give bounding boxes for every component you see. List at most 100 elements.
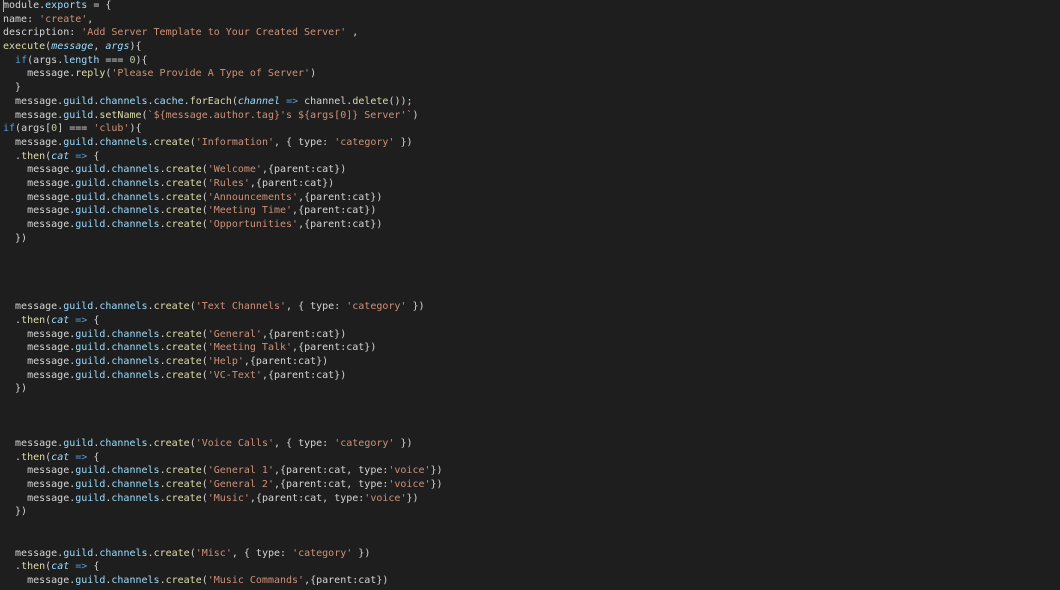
code-line[interactable]: message.guild.channels.create('General 2…	[3, 478, 443, 492]
code-token: reply	[75, 68, 106, 80]
code-token: .	[3, 314, 22, 326]
code-line[interactable]: message.guild.channels.create('Misc', { …	[3, 547, 443, 561]
code-line[interactable]: }	[3, 81, 443, 95]
code-line[interactable]: message.guild.channels.create('Voice Cal…	[3, 437, 443, 451]
code-token: cat	[51, 150, 70, 162]
code-token: guild	[75, 191, 106, 203]
code-token: ,{parent:cat})	[261, 164, 347, 176]
code-line[interactable]: message.guild.channels.create('Opportuni…	[3, 218, 443, 232]
code-line[interactable]	[3, 519, 443, 533]
code-line[interactable]: message.guild.channels.create('Music',{p…	[3, 492, 443, 506]
code-line[interactable]	[3, 396, 443, 410]
code-area[interactable]: module.exports = {name: 'create', descrip…	[3, 0, 443, 588]
code-token: create	[165, 219, 202, 230]
code-line[interactable]: name: 'create',	[3, 13, 443, 27]
code-line[interactable]	[3, 245, 443, 259]
code-token: ,{parent:cat})	[292, 205, 377, 217]
code-line[interactable]: message.reply('Please Provide A Type of …	[3, 67, 443, 81]
code-editor[interactable]: module.exports = {name: 'create', descrip…	[0, 0, 1060, 590]
code-token: guild	[75, 328, 106, 340]
code-line[interactable]: message.guild.channels.create('VC-Text',…	[3, 369, 443, 383]
code-token: 'category'	[292, 547, 353, 559]
code-line[interactable]: message.guild.channels.create('Announcem…	[3, 191, 443, 205]
code-token: ,{parent:cat})	[292, 342, 377, 354]
code-token: `${message.author.tag}'s ${args[0]} Serv…	[147, 109, 413, 121]
code-line[interactable]: message.guild.channels.cache.forEach(cha…	[3, 95, 443, 109]
code-token: create	[153, 136, 190, 148]
code-line[interactable]: .then(cat => {	[3, 314, 443, 328]
code-token: guild	[63, 438, 94, 449]
code-line[interactable]: })	[3, 505, 443, 519]
code-token: create	[165, 492, 202, 504]
code-line[interactable]: message.guild.channels.create('Meeting T…	[3, 204, 443, 218]
code-line[interactable]: message.guild.setName(`${message.author.…	[3, 109, 443, 123]
code-line[interactable]	[3, 273, 443, 287]
code-token: ,{parent:cat, type:	[249, 492, 365, 504]
code-token: 'Information'	[195, 136, 274, 148]
code-token: guild	[75, 574, 106, 586]
code-line[interactable]: message.guild.channels.create('Welcome',…	[3, 163, 443, 177]
code-line[interactable]: module.exports = {	[3, 0, 443, 13]
code-token: create	[165, 205, 202, 217]
code-line[interactable]: message.guild.channels.create('General',…	[3, 328, 443, 342]
code-token: 'General 2'	[207, 479, 274, 491]
code-line[interactable]: if(args.length === 0){	[3, 54, 443, 68]
code-token: 'Music Commands'	[207, 574, 305, 586]
code-line[interactable]: message.guild.channels.create('Meeting T…	[3, 341, 443, 355]
code-token: =>	[75, 561, 88, 573]
code-token: ,{parent:cat})	[261, 328, 347, 340]
code-token: channels	[99, 95, 148, 107]
code-line[interactable]: .then(cat => {	[3, 451, 443, 465]
code-token: message.	[3, 574, 76, 586]
code-line[interactable]	[3, 259, 443, 273]
code-token: length	[63, 54, 100, 66]
code-token: ());	[388, 95, 413, 107]
code-token: channels	[111, 191, 160, 203]
code-token: .	[3, 561, 22, 573]
code-line[interactable]: message.guild.channels.create('Rules',{p…	[3, 177, 443, 191]
code-token: channels	[111, 465, 160, 477]
code-line[interactable]: message.guild.channels.create('Informati…	[3, 136, 443, 150]
code-token: })	[406, 492, 419, 504]
code-token: channels	[111, 355, 160, 367]
code-token: channels	[111, 164, 160, 176]
code-line[interactable]: .then(cat => {	[3, 560, 443, 574]
code-token: message.	[3, 342, 76, 354]
code-token: create	[153, 547, 190, 559]
code-token: guild	[75, 205, 106, 217]
code-token: channels	[111, 574, 160, 586]
code-token: message.	[3, 109, 64, 121]
code-line[interactable]: message.guild.channels.create('General 1…	[3, 464, 443, 478]
code-token: ,	[87, 13, 94, 25]
code-line[interactable]	[3, 286, 443, 300]
code-line[interactable]: message.guild.channels.create('Text Chan…	[3, 300, 443, 314]
code-token: delete	[352, 95, 389, 107]
code-token: ,{parent:cat, type:	[273, 479, 389, 491]
code-line[interactable]: if(args[0] === 'club'){	[3, 122, 443, 136]
code-token: guild	[63, 301, 94, 313]
code-line[interactable]	[3, 423, 443, 437]
code-line[interactable]: })	[3, 382, 443, 396]
code-line[interactable]: description: 'Add Server Template to You…	[3, 26, 443, 40]
code-token: , { type:	[286, 301, 347, 313]
code-token: })	[352, 547, 371, 559]
code-line[interactable]	[3, 533, 443, 547]
code-line[interactable]: message.guild.channels.create('Help',{pa…	[3, 355, 443, 369]
code-line[interactable]: message.guild.channels.create('Music Com…	[3, 574, 443, 588]
code-token: {	[87, 451, 100, 463]
code-token: create	[165, 328, 202, 340]
code-token: =>	[286, 95, 299, 107]
code-token: }	[3, 82, 22, 94]
code-token: message.	[3, 547, 64, 559]
code-line[interactable]: execute(message, args){	[3, 40, 443, 54]
code-token: description:	[3, 27, 82, 39]
code-token: create	[153, 438, 190, 449]
code-line[interactable]: .then(cat => {	[3, 150, 443, 164]
code-token: guild	[75, 465, 106, 477]
code-token: 'voice'	[388, 465, 431, 477]
code-line[interactable]	[3, 410, 443, 424]
code-token: create	[165, 369, 202, 381]
code-token: cat	[51, 314, 70, 326]
code-line[interactable]: })	[3, 232, 443, 246]
